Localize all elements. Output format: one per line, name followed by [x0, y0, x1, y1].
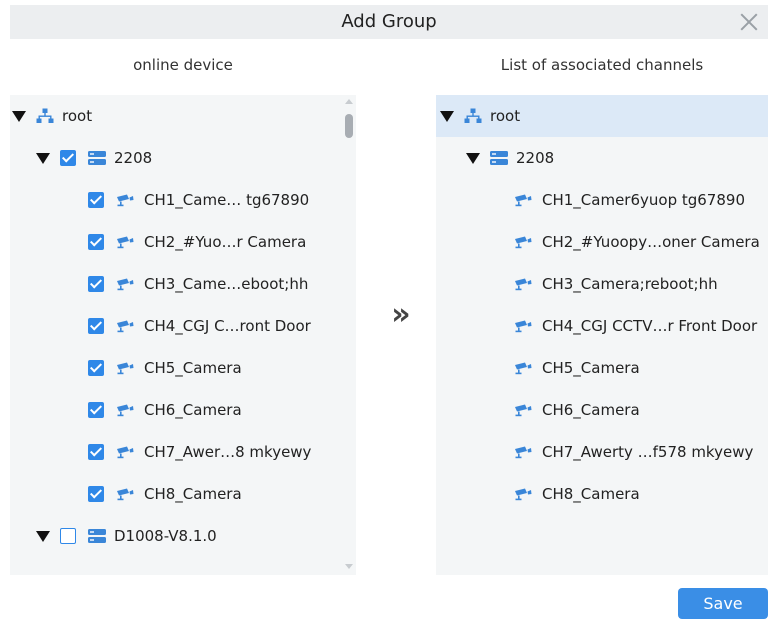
channel-row[interactable]: CH2_#Yuo…r Camera — [10, 221, 356, 263]
device-checkbox[interactable] — [60, 150, 76, 166]
tree-node-device-d1008[interactable]: D1008-V8.1.0 — [10, 515, 356, 557]
tree-node-label: 2208 — [516, 149, 555, 167]
server-icon — [490, 151, 508, 165]
channel-checkbox[interactable] — [88, 402, 104, 418]
tree-node-root[interactable]: root — [436, 95, 768, 137]
channel-label: CH4_CGJ C…ront Door — [144, 317, 311, 335]
channel-checkbox[interactable] — [88, 486, 104, 502]
channel-row[interactable]: CH1_Came… tg67890 — [10, 179, 356, 221]
device-checkbox[interactable] — [60, 528, 76, 544]
channel-checkbox[interactable] — [88, 276, 104, 292]
camera-icon — [117, 320, 134, 333]
tree-node-device-2208[interactable]: 2208 — [436, 137, 768, 179]
channel-row[interactable]: CH5_Camera — [10, 347, 356, 389]
channel-checkbox[interactable] — [88, 192, 104, 208]
caret-down-icon[interactable] — [36, 152, 50, 164]
channel-label: CH8_Camera — [542, 485, 640, 503]
camera-icon — [117, 236, 134, 249]
camera-icon — [515, 278, 532, 291]
channel-label: CH3_Camera;reboot;hh — [542, 275, 718, 293]
channel-row[interactable]: CH2_#Yuoopy…oner Camera — [436, 221, 768, 263]
channel-row[interactable]: CH7_Awerty …f578 mkyewy — [436, 431, 768, 473]
double-chevron-right-icon[interactable]: » — [376, 300, 416, 330]
network-tree-icon — [464, 108, 482, 123]
channel-label: CH7_Awerty …f578 mkyewy — [542, 443, 754, 461]
channel-row[interactable]: CH7_Awer…8 mkyewy — [10, 431, 356, 473]
tree-node-label: D1008-V8.1.0 — [114, 527, 217, 545]
camera-icon — [515, 404, 532, 417]
camera-icon — [515, 236, 532, 249]
close-icon[interactable] — [738, 11, 760, 33]
channel-label: CH4_CGJ CCTV…r Front Door — [542, 317, 758, 335]
dialog-title: Add Group — [341, 11, 437, 32]
network-tree-icon — [36, 108, 54, 123]
channel-label: CH1_Came… tg67890 — [144, 191, 310, 209]
channel-label: CH2_#Yuoopy…oner Camera — [542, 233, 760, 251]
channel-label: CH7_Awer…8 mkyewy — [144, 443, 312, 461]
channel-row[interactable]: CH4_CGJ C…ront Door — [10, 305, 356, 347]
channel-row[interactable]: CH5_Camera — [436, 347, 768, 389]
tree-node-device-2208[interactable]: 2208 — [10, 137, 356, 179]
tree-node-label: 2208 — [114, 149, 153, 167]
tree-node-label: root — [62, 107, 93, 125]
channel-row[interactable]: CH8_Camera — [10, 473, 356, 515]
camera-icon — [515, 194, 532, 207]
associated-channels-tree: root 2208 CH1_Camer6yuop tg67890 CH2_#Yu… — [436, 95, 768, 575]
tree-node-label: root — [490, 107, 521, 125]
channel-row[interactable]: CH1_Camer6yuop tg67890 — [436, 179, 768, 221]
channel-row[interactable]: CH8_Camera — [436, 473, 768, 515]
dialog-titlebar: Add Group — [10, 5, 768, 39]
channel-row[interactable]: CH3_Camera;reboot;hh — [436, 263, 768, 305]
channel-label: CH6_Camera — [542, 401, 640, 419]
camera-icon — [117, 446, 134, 459]
channel-row[interactable]: CH3_Came…eboot;hh — [10, 263, 356, 305]
camera-icon — [515, 320, 532, 333]
channel-label: CH8_Camera — [144, 485, 242, 503]
camera-icon — [117, 278, 134, 291]
camera-icon — [515, 362, 532, 375]
vertical-scrollbar[interactable] — [342, 95, 356, 575]
channel-checkbox[interactable] — [88, 360, 104, 376]
caret-down-icon[interactable] — [466, 152, 480, 164]
channel-label: CH5_Camera — [144, 359, 242, 377]
channel-row[interactable]: CH4_CGJ CCTV…r Front Door — [436, 305, 768, 347]
caret-down-icon[interactable] — [440, 110, 454, 122]
channel-checkbox[interactable] — [88, 444, 104, 460]
channel-checkbox[interactable] — [88, 318, 104, 334]
scroll-down-icon[interactable] — [345, 564, 353, 569]
tree-node-root[interactable]: root — [10, 95, 356, 137]
channel-label: CH1_Camer6yuop tg67890 — [542, 191, 745, 209]
scrollbar-thumb[interactable] — [345, 114, 353, 138]
channel-label: CH2_#Yuo…r Camera — [144, 233, 307, 251]
camera-icon — [117, 362, 134, 375]
channel-label: CH6_Camera — [144, 401, 242, 419]
server-icon — [88, 529, 106, 543]
camera-icon — [515, 446, 532, 459]
channel-label: CH3_Came…eboot;hh — [144, 275, 309, 293]
channel-checkbox[interactable] — [88, 234, 104, 250]
camera-icon — [117, 488, 134, 501]
associated-channels-title: List of associated channels — [500, 56, 704, 74]
online-device-title: online device — [133, 56, 233, 74]
channel-row[interactable]: CH6_Camera — [436, 389, 768, 431]
server-icon — [88, 151, 106, 165]
caret-down-icon[interactable] — [36, 530, 50, 542]
channel-label: CH5_Camera — [542, 359, 640, 377]
camera-icon — [515, 488, 532, 501]
channel-row[interactable]: CH6_Camera — [10, 389, 356, 431]
scroll-up-icon[interactable] — [345, 99, 353, 104]
camera-icon — [117, 194, 134, 207]
caret-down-icon[interactable] — [12, 110, 26, 122]
camera-icon — [117, 404, 134, 417]
online-device-tree: root 2208 CH1_Came… tg67890 CH2_#Yuo…r C… — [10, 95, 356, 575]
save-button[interactable]: Save — [678, 588, 768, 619]
